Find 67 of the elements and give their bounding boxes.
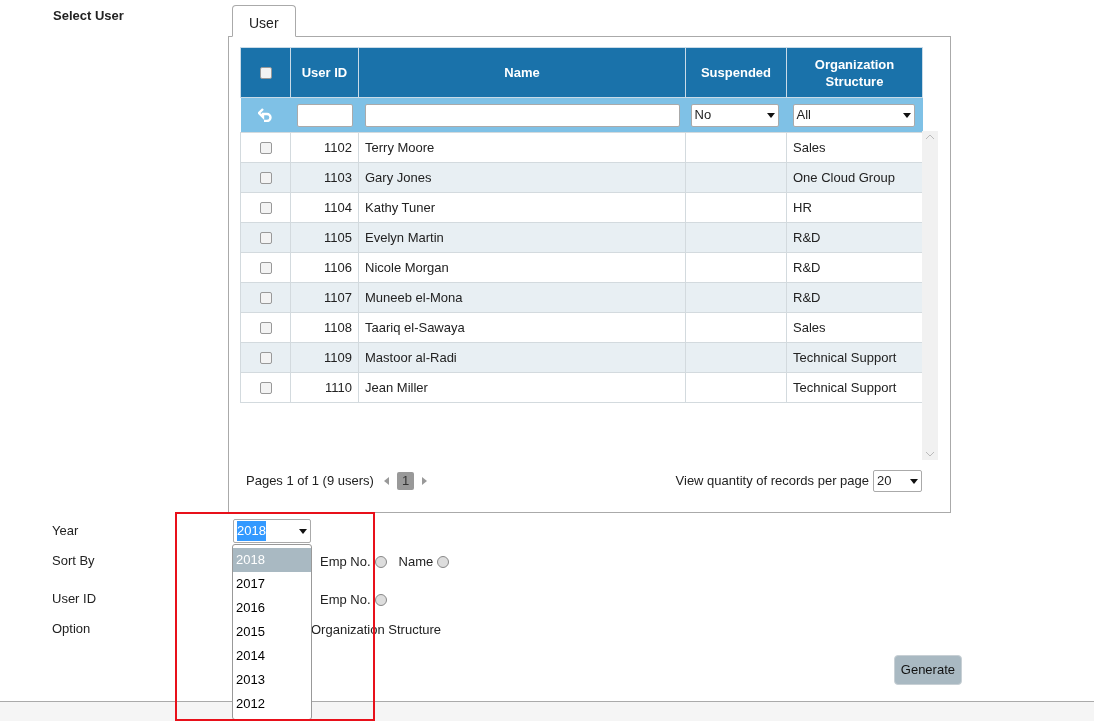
checkbox[interactable] <box>259 351 272 364</box>
reset-icon[interactable] <box>257 108 274 122</box>
dropdown-option[interactable]: 2016 <box>233 596 311 620</box>
checkbox[interactable] <box>259 381 272 394</box>
pager-summary: Pages 1 of 1 (9 users) <box>246 472 374 491</box>
caret-icon <box>910 478 918 484</box>
radio-button[interactable] <box>437 556 450 568</box>
table-cell: 1108 <box>290 312 359 343</box>
table-cell: Nicole Morgan <box>358 252 686 283</box>
scroll-up-icon[interactable] <box>926 134 934 139</box>
caret-icon <box>299 528 307 534</box>
checkbox[interactable] <box>259 231 272 244</box>
radio-label: Emp No. <box>320 591 371 610</box>
table-cell: Mastoor al-Radi <box>358 342 686 373</box>
dropdown-option[interactable]: 2017 <box>233 572 311 596</box>
table-cell: 1102 <box>290 132 359 163</box>
table-cell: Taariq el-Sawaya <box>358 312 686 343</box>
checkbox[interactable] <box>259 66 272 79</box>
checkbox[interactable] <box>259 141 272 154</box>
table-cell: Kathy Tuner <box>358 192 686 223</box>
radio-label: Emp No. <box>320 553 371 572</box>
table-cell: Terry Moore <box>358 132 686 163</box>
dropdown-option[interactable]: 2012 <box>233 692 311 716</box>
generate-button[interactable]: Generate <box>893 655 962 685</box>
caret-icon <box>902 112 911 118</box>
per-page-label: View quantity of records per page <box>675 472 869 491</box>
table-cell: 1110 <box>290 372 359 403</box>
table-cell: Gary Jones <box>358 162 686 193</box>
column-header[interactable]: User ID <box>290 47 359 98</box>
column-header[interactable]: Suspended <box>685 47 787 98</box>
page-button[interactable]: 1 <box>396 472 415 490</box>
previous-page-icon[interactable] <box>383 477 389 485</box>
name-filter-field[interactable] <box>364 103 680 127</box>
section-label: Select User <box>53 7 125 25</box>
column-header[interactable]: Organization Structure <box>786 47 923 98</box>
table-cell: 1106 <box>290 252 359 283</box>
checkbox[interactable] <box>259 261 272 274</box>
field-label: User ID <box>52 590 98 609</box>
radio-label: Name <box>398 553 434 572</box>
table-cell: 1107 <box>290 282 359 313</box>
dropdown[interactable]: No <box>690 103 779 127</box>
table-cell: 1103 <box>290 162 359 193</box>
checkbox[interactable] <box>259 171 272 184</box>
dropdown-option[interactable]: 2013 <box>233 668 311 692</box>
table-cell: 1104 <box>290 192 359 223</box>
table-cell: 1105 <box>290 222 359 253</box>
checkbox[interactable] <box>259 321 272 334</box>
dropdown[interactable]: 20 <box>873 470 922 492</box>
user-id-filter-field[interactable] <box>296 103 353 127</box>
tab[interactable]: User <box>232 5 296 37</box>
next-page-icon[interactable] <box>422 477 428 485</box>
dropdown-option[interactable]: 2014 <box>233 644 311 668</box>
table-cell: Evelyn Martin <box>358 222 686 253</box>
checkbox[interactable] <box>259 201 272 214</box>
table-cell: Muneeb el-Mona <box>358 282 686 313</box>
field-label: Option <box>52 620 92 639</box>
column-header[interactable]: Name <box>358 47 686 98</box>
field-label: Sort By <box>52 552 96 571</box>
field-label: Year <box>52 522 80 541</box>
dropdown-option[interactable]: 2015 <box>233 620 311 644</box>
scrollbar[interactable] <box>922 131 938 460</box>
checkbox[interactable] <box>259 291 272 304</box>
table-cell: 1109 <box>290 342 359 373</box>
dropdown[interactable]: All <box>792 103 915 127</box>
scroll-down-icon[interactable] <box>926 452 934 457</box>
caret-icon <box>766 112 775 118</box>
table-cell: Jean Miller <box>358 372 686 403</box>
